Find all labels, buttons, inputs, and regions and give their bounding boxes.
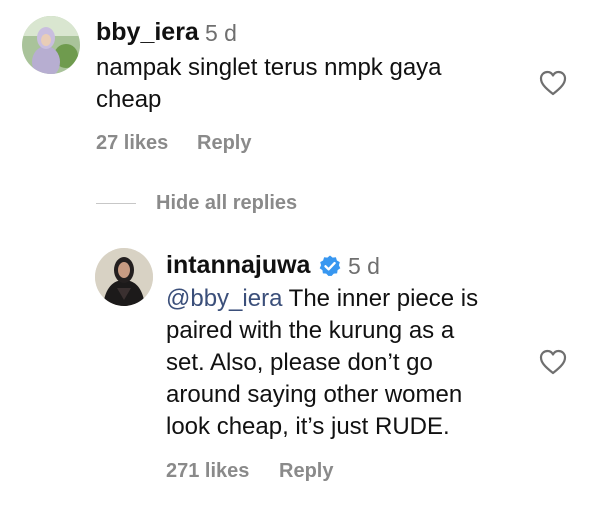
heart-outline-icon <box>539 70 567 96</box>
verified-badge-icon <box>319 255 341 276</box>
reply-text-line: set. Also, please don’t go <box>166 349 433 376</box>
comment-time: 5 d <box>205 20 237 46</box>
reply-text-line: @bby_iera The inner piece is <box>166 283 478 315</box>
reply-text-line: around saying other women <box>166 381 463 408</box>
reply-text: @bby_iera The inner piece is paired with… <box>166 283 478 443</box>
comment-text-line: cheap <box>96 86 162 113</box>
comment-text: nampak singlet terus nmpk gaya cheap <box>96 52 442 116</box>
reply-like-button[interactable] <box>539 349 567 375</box>
reply-time: 5 d <box>348 253 380 279</box>
reply-text-line: look cheap, it’s just RUDE. <box>166 413 450 440</box>
reply-text-line: paired with the kurung as a <box>166 317 455 344</box>
reply-username[interactable]: intannajuwa <box>166 250 310 280</box>
reply-text-segment: The inner piece is <box>282 285 479 312</box>
hide-replies-button[interactable]: Hide all replies <box>156 190 297 216</box>
comment-like-button[interactable] <box>539 70 567 96</box>
reply-likes[interactable]: 271 likes <box>166 458 249 484</box>
comment-text-line: nampak singlet terus nmpk gaya <box>96 54 442 81</box>
heart-outline-icon <box>539 349 567 375</box>
reply-reply-button[interactable]: Reply <box>279 458 333 484</box>
comment-likes[interactable]: 27 likes <box>96 130 168 156</box>
comment-avatar[interactable] <box>22 16 80 74</box>
replies-divider-line <box>96 203 136 204</box>
comment-username[interactable]: bby_iera <box>96 17 199 47</box>
reply-avatar[interactable] <box>95 248 153 306</box>
comment-reply-button[interactable]: Reply <box>197 130 251 156</box>
reply-mention-link[interactable]: @bby_iera <box>166 285 282 312</box>
